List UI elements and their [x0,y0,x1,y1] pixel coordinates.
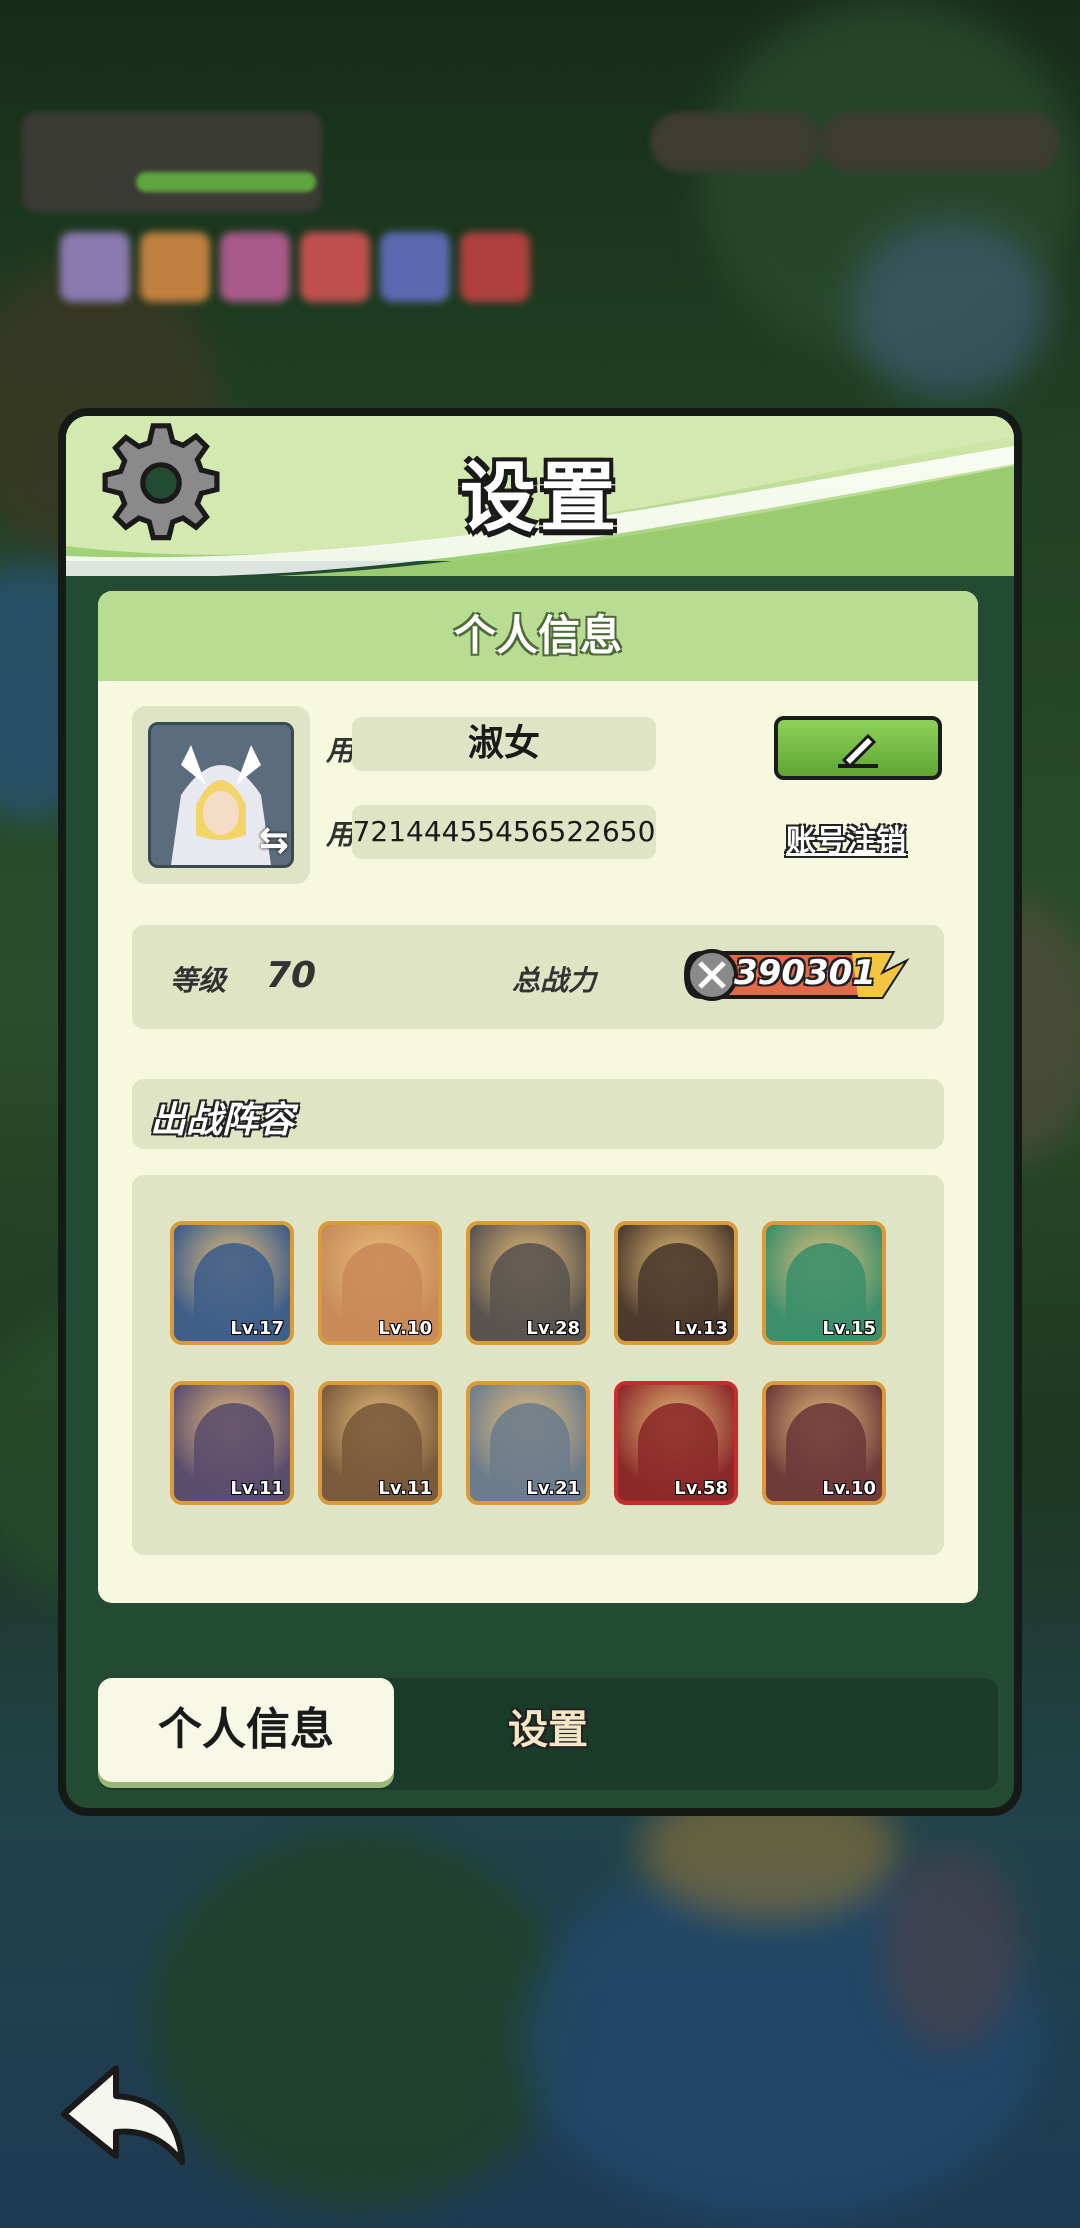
hero-card[interactable]: Lv.15 [762,1221,886,1345]
hero-card[interactable]: Lv.28 [466,1221,590,1345]
hero-level: Lv.28 [526,1318,580,1339]
tab-personal-info[interactable]: 个人信息 [98,1678,394,1782]
hero-level: Lv.21 [526,1478,580,1499]
hud-exp-bar [136,172,316,192]
cancel-account-link[interactable]: 账号注销 [786,816,906,860]
hero-card[interactable]: Lv.21 [466,1381,590,1505]
hud-event-icon [380,232,450,302]
personal-info-card: 个人信息 ⇆ 用户昵称 淑女 用户 ID 72 [98,591,978,1603]
hero-card[interactable]: Lv.11 [318,1381,442,1505]
hero-level: Lv.15 [822,1318,876,1339]
hud-resource-gold [820,112,1060,172]
hero-card[interactable]: Lv.13 [614,1221,738,1345]
avatar-frame[interactable]: ⇆ [132,706,310,884]
back-arrow-icon[interactable] [56,2060,196,2170]
hero-portrait [786,1403,866,1489]
level-value: 70 [266,955,317,996]
power-label: 总战力 [512,964,597,997]
hero-portrait [638,1243,718,1329]
swap-icon: ⇆ [258,820,289,861]
tab-bar: 个人信息 设置 [98,1678,998,1790]
hero-card[interactable]: Lv.10 [318,1221,442,1345]
hero-portrait [490,1403,570,1489]
hero-level: Lv.17 [230,1318,284,1339]
hero-portrait [342,1403,422,1489]
team-grid: Lv.17 Lv.10 Lv.28 Lv.13 Lv.15 Lv.11 Lv.11 Lv.21… [132,1175,944,1555]
hud-event-icon [220,232,290,302]
settings-panel: 设置 个人信息 ⇆ 用户昵称 淑女 [58,408,1022,1816]
hud-resource-gems [650,112,820,172]
user-id-field: 7214445545652​2650 [352,805,656,859]
hero-card[interactable]: Lv.58 [614,1381,738,1505]
hero-card[interactable]: Lv.10 [762,1381,886,1505]
edit-nickname-button[interactable] [774,716,942,780]
panel-header: 设置 [66,416,1014,576]
team-header: 出战阵容 [132,1079,944,1149]
hud-player-avatar [22,112,322,212]
hero-level: Lv.11 [378,1478,432,1499]
level-label: 等级 [170,964,227,997]
hero-portrait [342,1243,422,1329]
hero-level: Lv.11 [230,1478,284,1499]
hero-level: Lv.10 [378,1318,432,1339]
hero-level: Lv.13 [674,1318,728,1339]
hero-portrait [490,1243,570,1329]
edit-pencil-icon [838,733,878,769]
hud-event-icon [140,232,210,302]
hero-portrait [194,1243,274,1329]
hero-portrait [786,1243,866,1329]
team-title: 出战阵容 [150,1100,295,1141]
hero-level: Lv.10 [822,1478,876,1499]
tab-settings[interactable]: 设置 [508,1678,588,1782]
avatar[interactable]: ⇆ [148,722,294,868]
stats-row: 等级 70 总战力 390301 [132,925,944,1029]
hero-portrait [638,1403,718,1489]
hero-portrait [194,1403,274,1489]
section-title: 个人信息 [98,591,978,681]
hero-card[interactable]: Lv.17 [170,1221,294,1345]
hud-event-icon [300,232,370,302]
nickname-field: 淑女 [352,717,656,771]
hero-level: Lv.58 [674,1478,728,1499]
hero-card[interactable]: Lv.11 [170,1381,294,1505]
page-title: 设置 [460,453,620,542]
hud-event-icon [60,232,130,302]
hud-event-icon [460,232,530,302]
power-value: 390301 [734,953,876,993]
